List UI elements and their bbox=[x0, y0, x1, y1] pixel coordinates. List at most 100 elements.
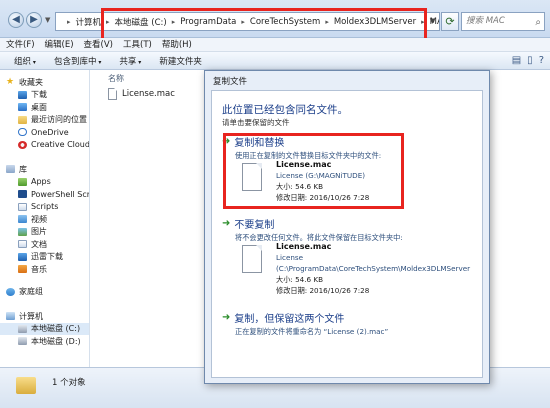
refresh-button[interactable]: ⟳ bbox=[441, 12, 459, 31]
file-path: License bbox=[276, 253, 304, 262]
document-icon bbox=[242, 245, 262, 273]
menu-edit[interactable]: 编辑(E) bbox=[45, 38, 74, 51]
nav-label: 文档 bbox=[31, 239, 47, 249]
nav-label: 库 bbox=[19, 164, 27, 174]
file-modified: 修改日期: 2016/10/26 7:28 bbox=[276, 286, 370, 295]
download-folder-icon bbox=[18, 90, 27, 99]
nav-item-xunlei[interactable]: 迅雷下载 bbox=[0, 251, 89, 264]
pictures-icon bbox=[18, 227, 27, 236]
onedrive-icon bbox=[18, 128, 27, 137]
music-icon bbox=[18, 265, 27, 274]
back-button[interactable]: ◀ bbox=[8, 12, 24, 28]
download-icon bbox=[18, 252, 27, 261]
chevron-right-icon[interactable]: ▸ bbox=[64, 18, 74, 26]
new-folder-button[interactable]: 新建文件夹 bbox=[159, 55, 202, 67]
option-title: 不要复制 bbox=[234, 220, 275, 231]
nav-label: 最近访问的位置 bbox=[31, 115, 87, 125]
star-icon: ★ bbox=[6, 76, 15, 87]
nav-label: 家庭组 bbox=[19, 287, 43, 297]
nav-label: PowerShell Scri bbox=[31, 189, 90, 199]
apps-icon bbox=[18, 177, 27, 186]
list-item[interactable]: License.mac bbox=[108, 88, 175, 100]
nav-favorites[interactable]: ★ 收藏夹 bbox=[0, 76, 89, 89]
nav-label: Scripts bbox=[31, 202, 59, 212]
nav-computer[interactable]: 计算机 bbox=[0, 310, 89, 323]
nav-item-powershell[interactable]: PowerShell Scri bbox=[0, 188, 89, 201]
menu-bar: 文件(F) 编辑(E) 查看(V) 工具(T) 帮助(H) bbox=[0, 38, 550, 52]
dialog-heading: 此位置已经包含同名文件。 bbox=[222, 104, 348, 116]
navigation-pane[interactable]: ★ 收藏夹 下载 桌面 最近访问的位置 OneDrive Creative Cl… bbox=[0, 70, 90, 367]
skip-file-info[interactable]: License.mac License (C:\ProgramData\Core… bbox=[242, 241, 470, 296]
nav-label: 音乐 bbox=[31, 264, 47, 274]
option-highlight-box bbox=[223, 133, 404, 209]
dialog-title: 复制文件 bbox=[213, 77, 248, 87]
file-name: License.mac bbox=[276, 242, 332, 251]
file-path-detail: (C:\ProgramData\CoreTechSystem\Moldex3DL… bbox=[276, 264, 471, 273]
view-options-icon[interactable]: ▤ bbox=[512, 55, 521, 66]
nav-item-recent[interactable]: 最近访问的位置 bbox=[0, 114, 89, 127]
nav-item-pictures[interactable]: 图片 bbox=[0, 226, 89, 239]
nav-label: 视频 bbox=[31, 214, 47, 224]
breadcrumb-computer[interactable]: 计算机 bbox=[74, 16, 104, 28]
nav-item-videos[interactable]: 视频 bbox=[0, 213, 89, 226]
library-icon bbox=[6, 165, 15, 174]
nav-label: Apps bbox=[31, 177, 51, 187]
forward-button[interactable]: ▶ bbox=[26, 12, 42, 28]
search-input[interactable]: 搜索 MAC ⌕ bbox=[461, 12, 545, 31]
search-placeholder: 搜索 MAC bbox=[466, 16, 505, 26]
nav-item-creative-cloud[interactable]: Creative Cloud bbox=[0, 139, 89, 152]
nav-label: 计算机 bbox=[19, 311, 43, 321]
creative-cloud-icon bbox=[18, 140, 27, 149]
nav-label: OneDrive bbox=[31, 127, 69, 137]
command-bar: 组织 包含到库中 共享 新建文件夹 ▤ ▯ ? bbox=[0, 52, 550, 70]
nav-libraries[interactable]: 库 bbox=[0, 163, 89, 176]
menu-tools[interactable]: 工具(T) bbox=[123, 38, 152, 51]
green-arrow-icon: ➜ bbox=[222, 312, 231, 323]
column-header-name[interactable]: 名称 bbox=[108, 73, 124, 84]
copy-keep-both-option[interactable]: ➜ 复制，但保留这两个文件 正在复制的文件将重命名为 “License (2).… bbox=[222, 310, 388, 337]
file-name: License.mac bbox=[122, 89, 175, 99]
preview-pane-icon[interactable]: ▯ bbox=[527, 55, 533, 66]
include-in-library-button[interactable]: 包含到库中 bbox=[54, 55, 101, 67]
nav-label: 下载 bbox=[31, 90, 47, 100]
computer-icon bbox=[6, 312, 15, 321]
nav-label: 本地磁盘 (D:) bbox=[31, 336, 81, 346]
option-description: 正在复制的文件将重命名为 “License (2).mac” bbox=[235, 327, 389, 336]
search-icon: ⌕ bbox=[535, 17, 541, 28]
nav-homegroup[interactable]: 家庭组 bbox=[0, 286, 89, 299]
nav-label: 迅雷下载 bbox=[31, 252, 63, 262]
recent-pages-dropdown-icon[interactable]: ▼ bbox=[45, 16, 50, 24]
nav-label: 图片 bbox=[31, 227, 47, 237]
powershell-icon bbox=[18, 190, 27, 199]
drive-icon bbox=[18, 337, 27, 346]
folder-icon bbox=[16, 377, 36, 394]
item-count: 1 个对象 bbox=[52, 378, 86, 388]
menu-help[interactable]: 帮助(H) bbox=[162, 38, 192, 51]
nav-item-scripts[interactable]: Scripts bbox=[0, 201, 89, 214]
address-dropdown-icon[interactable]: ▼ bbox=[425, 12, 440, 31]
menu-view[interactable]: 查看(V) bbox=[84, 38, 113, 51]
scripts-icon bbox=[18, 202, 27, 211]
nav-item-apps[interactable]: Apps bbox=[0, 176, 89, 189]
nav-item-desktop[interactable]: 桌面 bbox=[0, 101, 89, 114]
share-button[interactable]: 共享 bbox=[119, 55, 141, 67]
nav-label: 桌面 bbox=[31, 102, 47, 112]
nav-item-downloads[interactable]: 下载 bbox=[0, 89, 89, 102]
copy-file-dialog: 复制文件 此位置已经包含同名文件。 请单击要保留的文件 ➜ 复制和替换 使用正在… bbox=[204, 70, 490, 384]
nav-label: 本地磁盘 (C:) bbox=[31, 324, 81, 334]
organize-button[interactable]: 组织 bbox=[14, 55, 36, 67]
nav-item-documents[interactable]: 文档 bbox=[0, 238, 89, 251]
green-arrow-icon: ➜ bbox=[222, 218, 231, 229]
file-icon bbox=[108, 88, 117, 100]
help-icon[interactable]: ? bbox=[539, 55, 544, 66]
nav-item-music[interactable]: 音乐 bbox=[0, 263, 89, 276]
view-controls: ▤ ▯ ? bbox=[512, 55, 544, 66]
drive-icon bbox=[18, 324, 27, 333]
homegroup-icon bbox=[6, 287, 15, 296]
dont-copy-option[interactable]: ➜ 不要复制 将不会更改任何文件。将此文件保留在目标文件夹中: bbox=[222, 216, 403, 243]
documents-icon bbox=[18, 240, 27, 249]
nav-item-drive-d[interactable]: 本地磁盘 (D:) bbox=[0, 335, 89, 348]
menu-file[interactable]: 文件(F) bbox=[6, 38, 35, 51]
nav-item-onedrive[interactable]: OneDrive bbox=[0, 126, 89, 139]
nav-item-drive-c[interactable]: 本地磁盘 (C:) bbox=[0, 322, 89, 335]
